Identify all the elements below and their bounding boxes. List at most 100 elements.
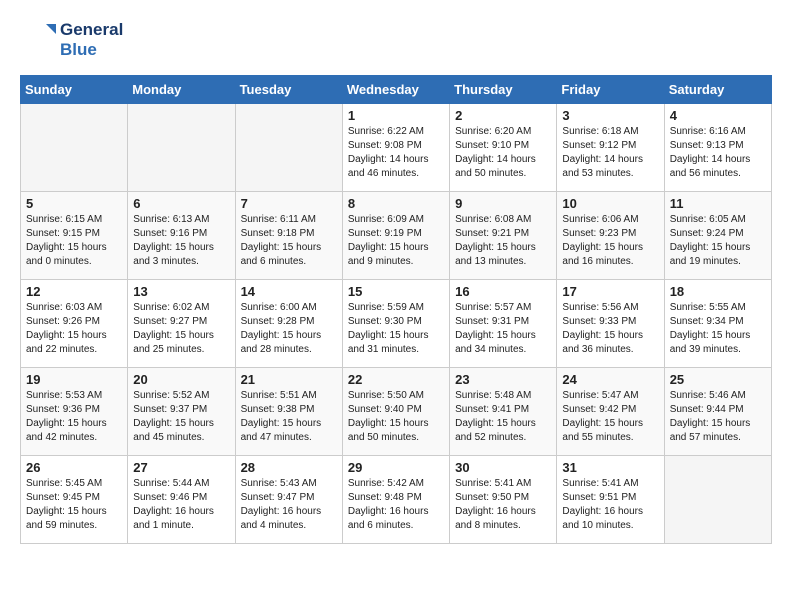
day-info: Sunrise: 6:02 AM Sunset: 9:27 PM Dayligh… bbox=[133, 301, 229, 357]
day-of-week-header: Friday bbox=[557, 76, 664, 104]
calendar-day-cell: 6 Sunrise: 6:13 AM Sunset: 9:16 PM Daylig… bbox=[128, 192, 235, 280]
logo-blue: Blue bbox=[60, 40, 123, 60]
day-info: Sunrise: 6:20 AM Sunset: 9:10 PM Dayligh… bbox=[455, 125, 551, 181]
calendar-day-cell: 1 Sunrise: 6:22 AM Sunset: 9:08 PM Daylig… bbox=[342, 104, 449, 192]
day-number: 9 bbox=[455, 196, 551, 211]
day-info: Sunrise: 5:55 AM Sunset: 9:34 PM Dayligh… bbox=[670, 301, 766, 357]
calendar-day-cell: 3Sunrise: 6:18 AM Sunset: 9:12 PM Daylig… bbox=[557, 104, 664, 192]
day-info: Sunrise: 5:43 AM Sunset: 9:47 PM Dayligh… bbox=[241, 477, 337, 533]
day-number: 19 bbox=[26, 372, 122, 387]
day-info: Sunrise: 6:16 AM Sunset: 9:13 PM Dayligh… bbox=[670, 125, 766, 181]
calendar-day-cell bbox=[21, 104, 128, 192]
calendar-table: SundayMondayTuesdayWednesdayThursdayFrid… bbox=[20, 75, 772, 544]
day-info: Sunrise: 6:05 AM Sunset: 9:24 PM Dayligh… bbox=[670, 213, 766, 269]
calendar-day-cell bbox=[128, 104, 235, 192]
calendar-week-row: 26Sunrise: 5:45 AM Sunset: 9:45 PM Dayli… bbox=[21, 456, 772, 544]
page-header: General Blue bbox=[20, 20, 772, 59]
day-number: 31 bbox=[562, 460, 658, 475]
day-number: 14 bbox=[241, 284, 337, 299]
calendar-week-row: 12 Sunrise: 6:03 AM Sunset: 9:26 PM Dayli… bbox=[21, 280, 772, 368]
day-info: Sunrise: 5:47 AM Sunset: 9:42 PM Dayligh… bbox=[562, 389, 658, 445]
day-info: Sunrise: 5:52 AM Sunset: 9:37 PM Dayligh… bbox=[133, 389, 229, 445]
day-info: Sunrise: 5:57 AM Sunset: 9:31 PM Dayligh… bbox=[455, 301, 551, 357]
day-number: 25 bbox=[670, 372, 766, 387]
day-of-week-header: Monday bbox=[128, 76, 235, 104]
day-number: 22 bbox=[348, 372, 444, 387]
calendar-day-cell: 31 Sunrise: 5:41 AM Sunset: 9:51 PM Dayli… bbox=[557, 456, 664, 544]
calendar-day-cell: 20Sunrise: 5:52 AM Sunset: 9:37 PM Dayli… bbox=[128, 368, 235, 456]
day-info: Sunrise: 6:15 AM Sunset: 9:15 PM Dayligh… bbox=[26, 213, 122, 269]
day-info: Sunrise: 6:03 AM Sunset: 9:26 PM Dayligh… bbox=[26, 301, 122, 357]
calendar-day-cell: 23Sunrise: 5:48 AM Sunset: 9:41 PM Dayli… bbox=[450, 368, 557, 456]
day-number: 16 bbox=[455, 284, 551, 299]
calendar-day-cell bbox=[235, 104, 342, 192]
calendar-day-cell: 17 Sunrise: 5:56 AM Sunset: 9:33 PM Dayli… bbox=[557, 280, 664, 368]
day-info: Sunrise: 5:45 AM Sunset: 9:45 PM Dayligh… bbox=[26, 477, 122, 533]
day-number: 28 bbox=[241, 460, 337, 475]
day-number: 6 bbox=[133, 196, 229, 211]
calendar-week-row: 1 Sunrise: 6:22 AM Sunset: 9:08 PM Daylig… bbox=[21, 104, 772, 192]
calendar-day-cell: 10Sunrise: 6:06 AM Sunset: 9:23 PM Dayli… bbox=[557, 192, 664, 280]
calendar-week-row: 5 Sunrise: 6:15 AM Sunset: 9:15 PM Daylig… bbox=[21, 192, 772, 280]
day-info: Sunrise: 6:09 AM Sunset: 9:19 PM Dayligh… bbox=[348, 213, 444, 269]
day-number: 4 bbox=[670, 108, 766, 123]
calendar-day-cell: 12 Sunrise: 6:03 AM Sunset: 9:26 PM Dayli… bbox=[21, 280, 128, 368]
calendar-day-cell: 9 Sunrise: 6:08 AM Sunset: 9:21 PM Daylig… bbox=[450, 192, 557, 280]
calendar-day-cell: 27 Sunrise: 5:44 AM Sunset: 9:46 PM Dayli… bbox=[128, 456, 235, 544]
calendar-day-cell: 21Sunrise: 5:51 AM Sunset: 9:38 PM Dayli… bbox=[235, 368, 342, 456]
day-info: Sunrise: 6:13 AM Sunset: 9:16 PM Dayligh… bbox=[133, 213, 229, 269]
day-number: 24 bbox=[562, 372, 658, 387]
day-number: 27 bbox=[133, 460, 229, 475]
calendar-day-cell: 16 Sunrise: 5:57 AM Sunset: 9:31 PM Dayli… bbox=[450, 280, 557, 368]
logo-general: General bbox=[60, 20, 123, 40]
calendar-day-cell: 4 Sunrise: 6:16 AM Sunset: 9:13 PM Daylig… bbox=[664, 104, 771, 192]
calendar-day-cell bbox=[664, 456, 771, 544]
day-info: Sunrise: 5:48 AM Sunset: 9:41 PM Dayligh… bbox=[455, 389, 551, 445]
calendar-day-cell: 30 Sunrise: 5:41 AM Sunset: 9:50 PM Dayli… bbox=[450, 456, 557, 544]
calendar-day-cell: 28 Sunrise: 5:43 AM Sunset: 9:47 PM Dayli… bbox=[235, 456, 342, 544]
day-number: 5 bbox=[26, 196, 122, 211]
day-info: Sunrise: 5:51 AM Sunset: 9:38 PM Dayligh… bbox=[241, 389, 337, 445]
calendar-day-cell: 19Sunrise: 5:53 AM Sunset: 9:36 PM Dayli… bbox=[21, 368, 128, 456]
day-number: 3 bbox=[562, 108, 658, 123]
day-info: Sunrise: 6:08 AM Sunset: 9:21 PM Dayligh… bbox=[455, 213, 551, 269]
day-number: 11 bbox=[670, 196, 766, 211]
calendar-day-cell: 25 Sunrise: 5:46 AM Sunset: 9:44 PM Dayli… bbox=[664, 368, 771, 456]
calendar-day-cell: 26Sunrise: 5:45 AM Sunset: 9:45 PM Dayli… bbox=[21, 456, 128, 544]
day-number: 1 bbox=[348, 108, 444, 123]
logo-icon bbox=[20, 22, 56, 58]
calendar-day-cell: 2Sunrise: 6:20 AM Sunset: 9:10 PM Daylig… bbox=[450, 104, 557, 192]
logo: General Blue bbox=[20, 20, 123, 59]
day-number: 8 bbox=[348, 196, 444, 211]
day-number: 12 bbox=[26, 284, 122, 299]
day-info: Sunrise: 5:56 AM Sunset: 9:33 PM Dayligh… bbox=[562, 301, 658, 357]
day-info: Sunrise: 6:11 AM Sunset: 9:18 PM Dayligh… bbox=[241, 213, 337, 269]
day-info: Sunrise: 6:00 AM Sunset: 9:28 PM Dayligh… bbox=[241, 301, 337, 357]
calendar-day-cell: 13 Sunrise: 6:02 AM Sunset: 9:27 PM Dayli… bbox=[128, 280, 235, 368]
day-of-week-header: Thursday bbox=[450, 76, 557, 104]
day-of-week-header: Sunday bbox=[21, 76, 128, 104]
day-number: 13 bbox=[133, 284, 229, 299]
calendar-day-cell: 8 Sunrise: 6:09 AM Sunset: 9:19 PM Daylig… bbox=[342, 192, 449, 280]
day-number: 17 bbox=[562, 284, 658, 299]
day-info: Sunrise: 5:59 AM Sunset: 9:30 PM Dayligh… bbox=[348, 301, 444, 357]
calendar-day-cell: 18 Sunrise: 5:55 AM Sunset: 9:34 PM Dayli… bbox=[664, 280, 771, 368]
day-info: Sunrise: 5:46 AM Sunset: 9:44 PM Dayligh… bbox=[670, 389, 766, 445]
calendar-day-cell: 7 Sunrise: 6:11 AM Sunset: 9:18 PM Daylig… bbox=[235, 192, 342, 280]
calendar-day-cell: 15 Sunrise: 5:59 AM Sunset: 9:30 PM Dayli… bbox=[342, 280, 449, 368]
calendar-day-cell: 11 Sunrise: 6:05 AM Sunset: 9:24 PM Dayli… bbox=[664, 192, 771, 280]
day-info: Sunrise: 5:41 AM Sunset: 9:50 PM Dayligh… bbox=[455, 477, 551, 533]
day-info: Sunrise: 5:42 AM Sunset: 9:48 PM Dayligh… bbox=[348, 477, 444, 533]
calendar-day-cell: 29Sunrise: 5:42 AM Sunset: 9:48 PM Dayli… bbox=[342, 456, 449, 544]
day-info: Sunrise: 5:44 AM Sunset: 9:46 PM Dayligh… bbox=[133, 477, 229, 533]
day-info: Sunrise: 6:22 AM Sunset: 9:08 PM Dayligh… bbox=[348, 125, 444, 181]
day-info: Sunrise: 5:41 AM Sunset: 9:51 PM Dayligh… bbox=[562, 477, 658, 533]
calendar-header-row: SundayMondayTuesdayWednesdayThursdayFrid… bbox=[21, 76, 772, 104]
day-number: 15 bbox=[348, 284, 444, 299]
calendar-week-row: 19Sunrise: 5:53 AM Sunset: 9:36 PM Dayli… bbox=[21, 368, 772, 456]
day-info: Sunrise: 6:06 AM Sunset: 9:23 PM Dayligh… bbox=[562, 213, 658, 269]
calendar-day-cell: 24 Sunrise: 5:47 AM Sunset: 9:42 PM Dayli… bbox=[557, 368, 664, 456]
day-number: 18 bbox=[670, 284, 766, 299]
day-number: 30 bbox=[455, 460, 551, 475]
day-number: 7 bbox=[241, 196, 337, 211]
